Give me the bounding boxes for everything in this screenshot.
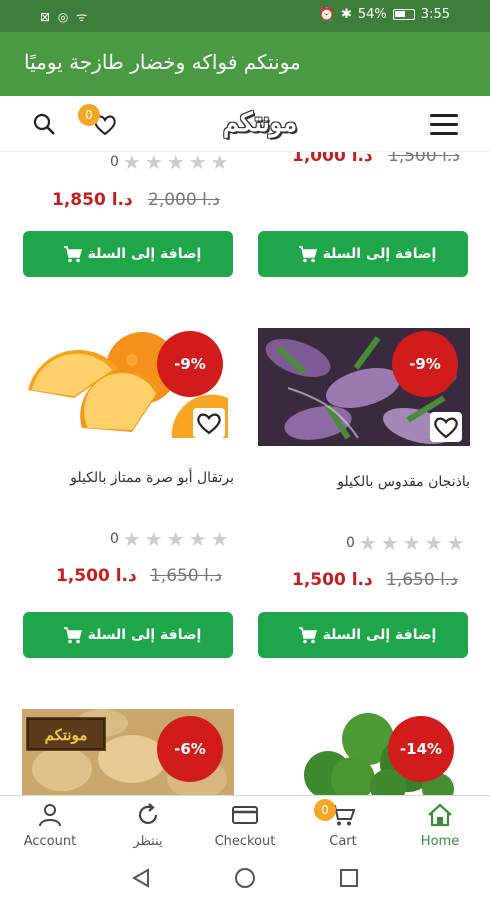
star-icon: ★ [446,531,465,555]
star-icon: ★ [210,152,229,174]
battery-percent: 54% [357,7,387,22]
star-icon: ★ [210,527,229,551]
star-icon: ★ [358,531,377,555]
home-circle-icon[interactable] [234,867,256,889]
discount-badge: -6% [157,716,223,782]
add-to-cart-button[interactable]: إضافة إلى السلة [23,612,233,658]
rating-stars: ★ ★ ★ ★ ★ 0 [100,152,229,172]
old-price: 1,650 د.ا [386,570,458,590]
home-icon [428,803,452,827]
system-nav-bar [0,855,490,900]
star-icon: ★ [402,531,421,555]
wishlist-button[interactable] [193,408,225,438]
bluetooth-icon: ✱ [340,7,352,22]
star-icon: ★ [144,527,163,551]
rating-count: 0 [346,535,355,551]
star-icon: ★ [166,527,185,551]
cart-icon [298,246,317,263]
heart-icon [434,417,458,439]
price: 1,850 د.ا [52,190,133,210]
star-icon: ★ [188,152,207,174]
star-icon: ★ [166,152,185,174]
star-icon: ★ [122,152,141,174]
discount-badge: -9% [392,331,458,397]
nav-wait[interactable]: ينتظر [100,802,196,849]
nav-cart[interactable]: Cart [295,802,391,849]
star-icon: ★ [188,527,207,551]
nav-home[interactable]: Home [392,802,488,849]
discount-badge: -14% [388,716,454,782]
status-icons: ⊠ ◎ ᯤ [40,10,90,24]
status-bar: ⊠ ◎ ᯤ ⏰ ✱ 54% 3:55 [0,0,490,32]
top-nav: 0 مونتكم [0,96,490,152]
search-icon[interactable] [32,112,56,136]
account-icon [39,804,61,827]
star-icon: ★ [424,531,443,555]
star-icon: ★ [144,152,163,174]
rating-stars: ★ ★ ★ ★ ★ 0 [336,533,465,553]
app-title-bar: مونتكم فواكه وخضار طازجة يوميًا [0,32,490,96]
add-to-cart-button[interactable]: إضافة إلى السلة [258,612,468,658]
old-price: 1,650 د.ا [150,566,222,586]
clock: 3:55 [420,7,450,22]
product-name[interactable]: برتقال أبو صرة ممتاز بالكيلو [70,470,234,486]
wishlist-button[interactable] [430,412,462,442]
product-grid: ★ ★ ★ ★ ★ 0 1,850 د.ا 2,000 د.ا 1,000 د.ا 1,… [0,152,490,795]
add-to-cart-button[interactable]: إضافة إلى السلة [258,231,468,277]
old-price: 2,000 د.ا [148,190,220,210]
cart-icon [63,627,82,644]
cart-badge: 0 [314,799,336,821]
battery-icon [392,9,415,20]
cart-icon [63,246,82,263]
price: 1,500 د.ا [56,566,137,586]
rating-count: 0 [110,531,119,547]
recents-icon[interactable] [338,867,360,889]
potato-sign: مونتكم [45,726,88,744]
product-name[interactable]: باذنجان مقدوس بالكيلو [337,474,470,490]
nav-checkout[interactable]: Checkout [197,802,293,849]
wishlist-badge: 0 [78,104,100,126]
bottom-nav: Account ينتظر Checkout Cart 0 Home [0,795,490,855]
price: 1,500 د.ا [292,570,373,590]
logo[interactable]: مونتكم [200,102,320,144]
add-to-cart-button[interactable]: إضافة إلى السلة [23,231,233,277]
credit-card-icon [232,806,258,824]
app-title: مونتكم فواكه وخضار طازجة يوميًا [24,50,301,74]
heart-icon [197,413,221,435]
refresh-icon [138,803,158,824]
star-icon: ★ [380,531,399,555]
star-icon: ★ [122,527,141,551]
menu-icon[interactable] [430,114,458,135]
rating-stars: ★ ★ ★ ★ ★ 0 [100,529,229,549]
price: 1,000 د.ا [292,152,373,166]
cart-icon [298,627,317,644]
back-icon[interactable] [130,867,152,889]
old-price: 1,500 د.ا [388,152,460,166]
alarm-icon: ⏰ [318,7,335,22]
rating-count: 0 [110,154,119,170]
discount-badge: -9% [157,331,223,397]
nav-account[interactable]: Account [2,802,98,849]
